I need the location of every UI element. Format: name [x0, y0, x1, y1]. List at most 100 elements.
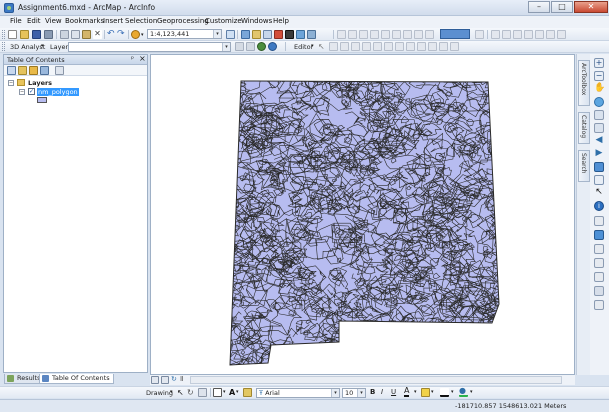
layer-visibility-checkbox[interactable]: ✓: [28, 88, 35, 95]
tab-search[interactable]: Search: [578, 150, 590, 182]
layout-zoom-combo[interactable]: [440, 29, 470, 39]
redo-icon[interactable]: ↷: [117, 30, 126, 39]
toc-options-icon[interactable]: [55, 66, 64, 75]
arctoolbox-icon[interactable]: [274, 30, 283, 39]
save-icon[interactable]: [32, 30, 41, 39]
steepest-path-icon[interactable]: [246, 42, 255, 51]
list-by-source-icon[interactable]: [18, 66, 27, 75]
menu-insert[interactable]: Insert: [103, 17, 123, 25]
zoom-out-icon[interactable]: −: [594, 71, 604, 81]
chevron-down-icon[interactable]: ▾: [213, 30, 221, 38]
fit-to-display-icon[interactable]: [557, 30, 566, 39]
rotate-feature-icon[interactable]: [417, 42, 426, 51]
edit-tool-icon[interactable]: ↖: [318, 42, 327, 51]
find-icon[interactable]: [594, 216, 604, 226]
layout-zoom-out-icon[interactable]: [348, 30, 357, 39]
chevron-down-icon[interactable]: ▾: [357, 389, 365, 397]
change-layout-icon[interactable]: [502, 30, 511, 39]
toolbar-grip[interactable]: [2, 42, 5, 51]
list-by-selection-icon[interactable]: [40, 66, 49, 75]
edit-annotation-icon[interactable]: [329, 42, 338, 51]
layer-expand-icon[interactable]: −: [19, 89, 25, 95]
data-driven-pages-icon[interactable]: [513, 30, 522, 39]
layout-zoom-in-icon[interactable]: [337, 30, 346, 39]
drawing-menu[interactable]: Drawing: [146, 389, 173, 397]
list-by-drawing-order-icon[interactable]: [7, 66, 16, 75]
menu-help[interactable]: Help: [273, 17, 289, 25]
zoom-in-icon[interactable]: +: [594, 58, 604, 68]
tab-catalog[interactable]: Catalog: [578, 112, 590, 144]
undo-icon[interactable]: ↶: [107, 30, 116, 39]
chevron-down-icon[interactable]: ▾: [470, 389, 473, 395]
maximize-button[interactable]: □: [551, 1, 573, 13]
straight-segment-icon[interactable]: [340, 42, 349, 51]
split-icon[interactable]: [406, 42, 415, 51]
select-elements-icon[interactable]: ↖: [594, 188, 604, 198]
layout-pan-icon[interactable]: [359, 30, 368, 39]
add-data-icon[interactable]: [131, 30, 140, 39]
shift-icon[interactable]: [546, 30, 555, 39]
delete-icon[interactable]: ✕: [93, 30, 102, 39]
menu-edit[interactable]: Edit: [27, 17, 41, 25]
tab-arctoolbox[interactable]: ArcToolbox: [578, 60, 590, 106]
font-size-combo[interactable]: 10 ▾: [342, 388, 366, 398]
pin-icon[interactable]: ᵖ: [131, 55, 134, 63]
end-point-arc-icon[interactable]: [351, 42, 360, 51]
fixed-zoom-out-icon[interactable]: [594, 123, 604, 133]
focus-data-frame-icon[interactable]: [491, 30, 500, 39]
time-slider-icon[interactable]: [594, 286, 604, 296]
fixed-zoom-in-icon[interactable]: [392, 30, 401, 39]
toggle-draft-mode-icon[interactable]: [475, 30, 484, 39]
edit-vertices-icon[interactable]: [243, 388, 252, 397]
font-name-combo[interactable]: Ŧ Arial ▾: [256, 388, 340, 398]
map-data-view[interactable]: [150, 54, 575, 375]
attributes-icon[interactable]: [428, 42, 437, 51]
menu-selection[interactable]: Selection: [125, 17, 157, 25]
close-button[interactable]: ✕: [574, 1, 608, 13]
menu-customize[interactable]: Customize: [205, 17, 242, 25]
layers-group-label[interactable]: Layers: [28, 79, 52, 87]
menu-view[interactable]: View: [45, 17, 62, 25]
layer-name-nm-polygon[interactable]: nm_polygon: [37, 88, 79, 96]
refresh-icon[interactable]: ↻: [171, 375, 177, 383]
italic-button[interactable]: I: [381, 388, 383, 396]
toolbar-grip[interactable]: [2, 30, 5, 39]
font-color-button[interactable]: A: [404, 387, 410, 397]
underline-button[interactable]: U: [391, 388, 396, 396]
pause-drawing-icon[interactable]: Ⅱ: [180, 375, 183, 383]
menu-windows[interactable]: Windows: [241, 17, 272, 25]
chevron-down-icon[interactable]: ▾: [451, 389, 454, 395]
clear-selection-icon[interactable]: [594, 175, 604, 185]
edit-vertices-icon[interactable]: [373, 42, 382, 51]
list-by-visibility-icon[interactable]: [29, 66, 38, 75]
next-extent-icon[interactable]: [425, 30, 434, 39]
bold-button[interactable]: B: [370, 388, 375, 396]
go-back-icon[interactable]: ◀: [594, 136, 604, 146]
modelbuilder-icon[interactable]: [296, 30, 305, 39]
zoom-whole-page-icon[interactable]: [370, 30, 379, 39]
nm-polygon-map[interactable]: [151, 55, 574, 374]
arcscene-icon[interactable]: [268, 42, 277, 51]
rotate-icon[interactable]: [535, 30, 544, 39]
fill-color-icon[interactable]: [421, 388, 430, 397]
chevron-down-icon[interactable]: ▾: [223, 389, 226, 395]
chevron-down-icon[interactable]: ▾: [311, 43, 314, 49]
print-icon[interactable]: [44, 30, 53, 39]
table-of-contents-icon[interactable]: [241, 30, 250, 39]
help-icon[interactable]: [307, 30, 316, 39]
menu-geoprocessing[interactable]: Geoprocessing: [157, 17, 209, 25]
horizontal-scrollbar[interactable]: [190, 376, 562, 384]
viewer-window-icon[interactable]: [594, 300, 604, 310]
fixed-zoom-icon[interactable]: [594, 110, 604, 120]
previous-extent-icon[interactable]: [414, 30, 423, 39]
add-data-dropdown-icon[interactable]: ▾: [141, 32, 144, 38]
go-forward-icon[interactable]: ▶: [594, 149, 604, 159]
close-icon[interactable]: ×: [139, 54, 146, 63]
layer-combo[interactable]: ▾: [68, 42, 231, 52]
menu-file[interactable]: File: [10, 17, 22, 25]
new-document-icon[interactable]: [8, 30, 17, 39]
rectangle-icon[interactable]: [213, 388, 222, 397]
paste-icon[interactable]: [82, 30, 91, 39]
open-folder-icon[interactable]: [20, 30, 29, 39]
arcglobe-icon[interactable]: [257, 42, 266, 51]
